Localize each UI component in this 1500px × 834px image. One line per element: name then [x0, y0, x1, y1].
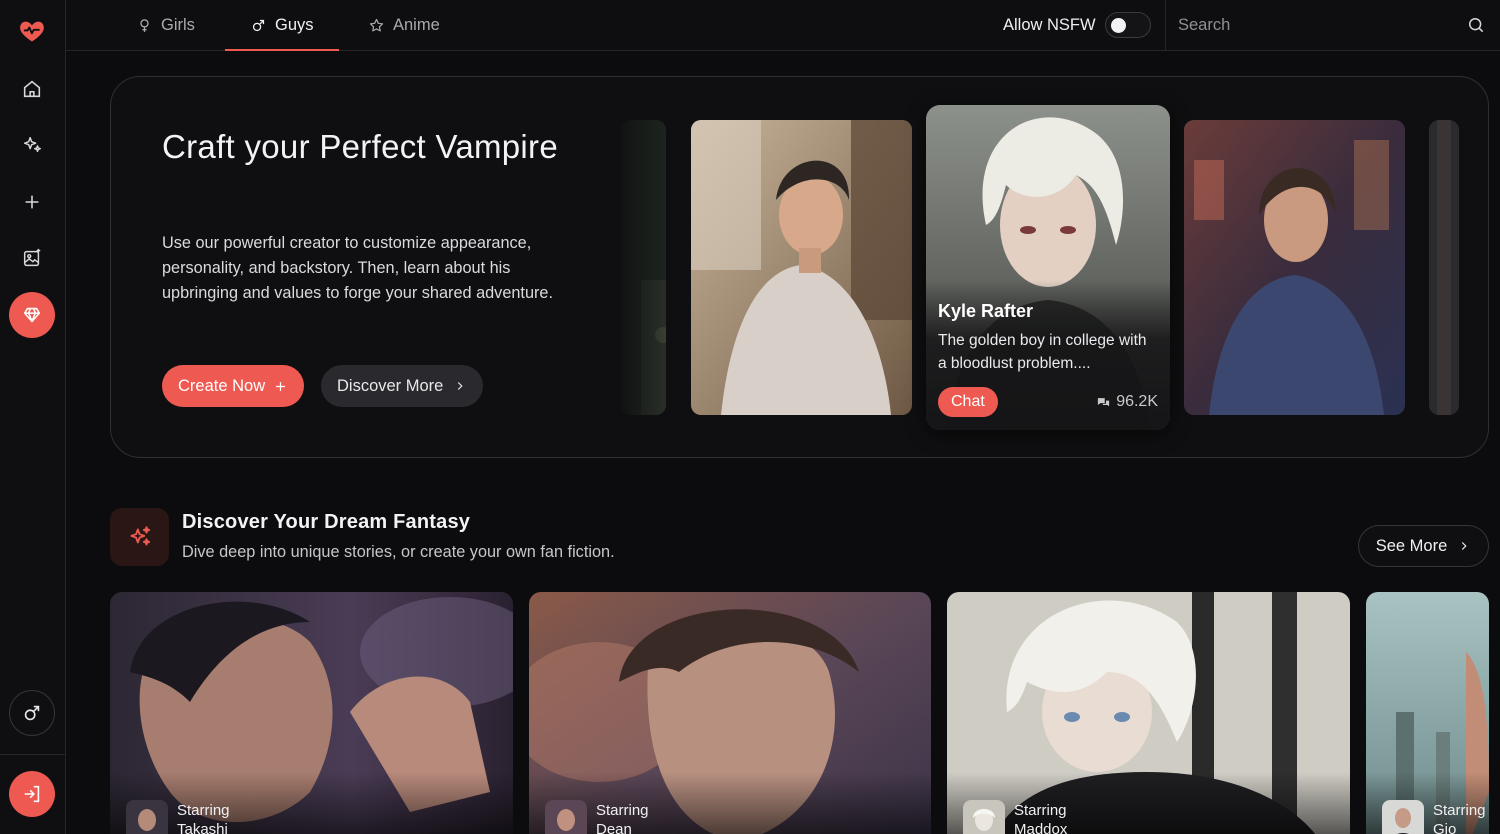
plus-icon [276, 381, 285, 391]
avatar [1382, 800, 1424, 834]
search-bar [1165, 0, 1500, 51]
male-gender-icon[interactable] [9, 690, 55, 736]
starring-label: Starring [1014, 802, 1067, 819]
carousel-card[interactable] [1184, 120, 1405, 415]
tab-guys[interactable]: Guys [250, 0, 314, 51]
avatar [963, 800, 1005, 834]
nsfw-label: Allow NSFW [1003, 15, 1096, 34]
starring-name: Maddox [1014, 821, 1068, 834]
tab-girls-label: Girls [161, 16, 195, 34]
carousel-card[interactable] [691, 120, 912, 415]
male-icon [252, 19, 265, 32]
create-now-button[interactable]: Create Now [162, 365, 305, 407]
section-subtitle: Dive deep into unique stories, or create… [182, 543, 615, 561]
sparkles-icon [129, 526, 150, 546]
starring-label: Starring [1433, 802, 1486, 819]
section-title: Discover Your Dream Fantasy [182, 511, 471, 533]
story-card[interactable]: Starring Takashi [110, 592, 513, 834]
chevron-right-icon [458, 382, 463, 390]
nsfw-control: Allow NSFW [1003, 12, 1151, 38]
see-more-button[interactable]: See More [1358, 525, 1489, 567]
avatar [126, 800, 168, 834]
hero-banner: Craft your Perfect Vampire Use our power… [110, 76, 1489, 458]
create-now-label: Create Now [178, 376, 266, 395]
starring-label: Starring [177, 802, 230, 819]
character-image [1429, 120, 1459, 415]
sidebar-divider [0, 754, 66, 755]
story-gradient [529, 772, 931, 834]
carousel-card-partial-right[interactable] [1429, 120, 1459, 415]
story-card[interactable]: Starring Gio Bom [1366, 592, 1489, 834]
hero-title: Craft your Perfect Vampire [162, 128, 558, 165]
character-image [691, 120, 912, 415]
tab-anime[interactable]: Anime [368, 0, 440, 51]
tab-anime-label: Anime [393, 16, 440, 34]
avatar [545, 800, 587, 834]
discover-more-label: Discover More [337, 376, 444, 395]
hero-description: Use our powerful creator to customize ap… [162, 234, 554, 302]
search-icon[interactable] [1466, 15, 1486, 35]
star-icon [369, 18, 384, 32]
chevron-right-icon [1462, 542, 1467, 550]
discover-more-button[interactable]: Discover More [321, 365, 484, 407]
chat-bubbles-icon [1098, 397, 1110, 406]
chat-button[interactable]: Chat [938, 387, 998, 417]
story-gradient [947, 772, 1350, 834]
nsfw-toggle[interactable] [1104, 12, 1151, 38]
top-nav: Girls Guys Anime Allow NSFW [66, 0, 1500, 51]
sidebar [0, 0, 66, 834]
plus-icon[interactable] [9, 179, 55, 225]
character-description: The golden boy in college with a bloodlu… [938, 332, 1147, 372]
chat-count-value: 96.2K [1116, 393, 1158, 410]
image-sparkle-icon[interactable] [9, 235, 55, 281]
female-icon [140, 19, 149, 32]
section-icon [110, 508, 169, 566]
character-image [1184, 120, 1405, 415]
search-input[interactable] [1178, 12, 1448, 38]
tab-guys-label: Guys [275, 16, 314, 34]
tab-girls[interactable]: Girls [136, 0, 195, 51]
carousel-fade [611, 77, 671, 457]
chat-count: 96.2K [1096, 393, 1158, 411]
starring-name: Gio Bom [1433, 821, 1457, 834]
see-more-label: See More [1375, 536, 1448, 555]
starring-name: Takashi [177, 821, 228, 834]
home-icon[interactable] [9, 66, 55, 112]
starring-label: Starring [596, 802, 649, 819]
story-card[interactable]: Starring Dean [529, 592, 931, 834]
diamond-icon[interactable] [9, 292, 55, 338]
starring-name: Dean [596, 821, 632, 834]
heart-pulse-logo-icon[interactable] [9, 8, 55, 54]
sparkles-icon[interactable] [9, 122, 55, 168]
toggle-knob [1110, 18, 1126, 33]
featured-character-card[interactable]: Kyle Rafter The golden boy in college wi… [926, 105, 1170, 430]
story-card[interactable]: Starring Maddox [947, 592, 1350, 834]
active-tab-indicator [225, 49, 339, 51]
story-gradient [110, 772, 513, 834]
login-icon[interactable] [9, 771, 55, 817]
character-name: Kyle Rafter [938, 301, 1034, 321]
